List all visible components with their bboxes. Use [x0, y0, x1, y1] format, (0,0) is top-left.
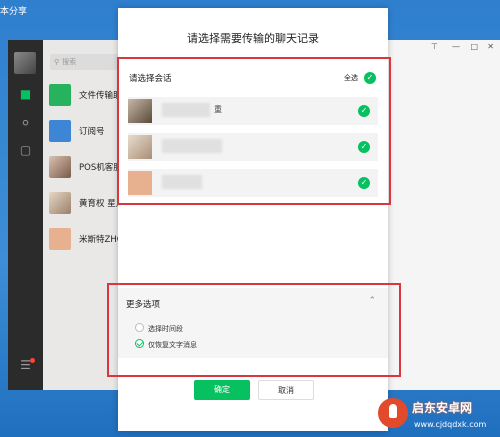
android-icon — [389, 404, 397, 418]
search-input[interactable]: ⚲ 搜索 — [50, 54, 124, 70]
watermark-logo — [378, 398, 408, 428]
list-item[interactable]: 米斯特ZHC — [43, 224, 129, 260]
chat-icon[interactable]: ■ — [8, 87, 43, 101]
file-transfer-icon — [49, 84, 71, 106]
cancel-button[interactable]: 取消 — [258, 380, 314, 400]
photo-avatar — [49, 192, 71, 214]
annotation-box-conversations — [117, 57, 391, 205]
photo-avatar — [49, 156, 71, 178]
watermark-en: www.cjdqdxk.com — [414, 420, 487, 429]
maximize-icon[interactable]: □ — [470, 42, 478, 51]
avatar[interactable] — [14, 52, 36, 74]
search-icon: ⚲ — [54, 58, 60, 66]
minimize-icon[interactable]: — — [452, 42, 460, 51]
watermark-cn: 启东安卓网 — [412, 401, 473, 415]
desktop-title: 本分享 — [0, 7, 28, 17]
contacts-icon[interactable]: ⚪ — [8, 116, 43, 130]
side-nav: ■ ⚪ ▢ ☰ — [8, 40, 43, 390]
dialog-title: 请选择需要传输的聊天记录 — [187, 32, 319, 45]
watermark: 启东安卓网 www.cjdqdxk.com — [378, 396, 500, 437]
subscription-icon — [49, 120, 71, 142]
cat-avatar — [49, 228, 71, 250]
pin-icon[interactable]: ⊤ — [431, 42, 438, 51]
annotation-box-options — [107, 283, 401, 377]
notification-dot — [30, 358, 35, 363]
close-icon[interactable]: ✕ — [487, 42, 494, 51]
ok-button[interactable]: 确定 — [194, 380, 250, 400]
cube-icon[interactable]: ▢ — [8, 143, 43, 157]
menu-icon[interactable]: ☰ — [8, 358, 43, 372]
search-placeholder: 搜索 — [62, 58, 77, 66]
